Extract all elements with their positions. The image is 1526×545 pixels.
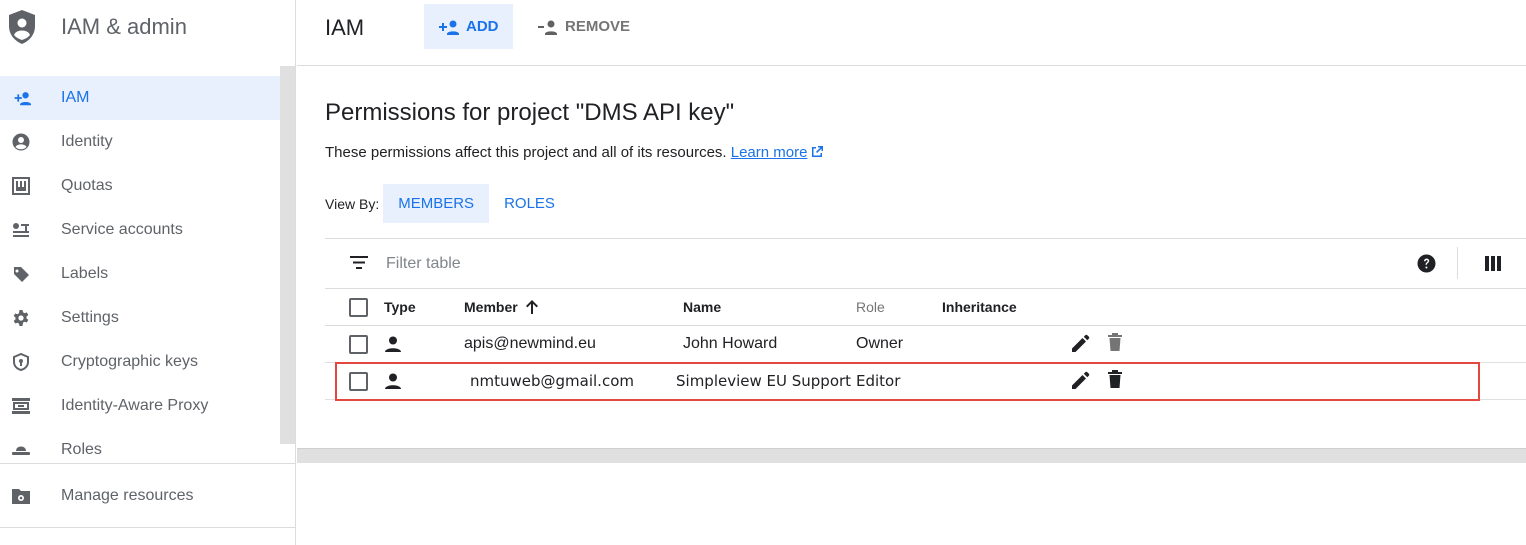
column-display-icon[interactable]: [1485, 256, 1501, 271]
table-row: apis@newmind.eu John Howard Owner: [325, 326, 1526, 363]
service-account-icon: [11, 220, 31, 240]
sidebar-item-identity-aware-proxy[interactable]: Identity-Aware Proxy: [0, 384, 280, 428]
column-header-name[interactable]: Name: [683, 289, 721, 325]
page-header-title: IAM: [325, 15, 365, 40]
account-circle-icon: [11, 132, 31, 152]
folder-gear-icon: [11, 486, 31, 506]
sidebar-divider: [0, 527, 295, 528]
view-by-roles-button[interactable]: ROLES: [489, 184, 570, 223]
member-role: Editor: [856, 372, 901, 390]
view-by-members-button[interactable]: MEMBERS: [383, 184, 490, 223]
sidebar-item-iam[interactable]: IAM: [0, 76, 280, 120]
description-text: These permissions affect this project an…: [325, 144, 727, 161]
sort-ascending-icon[interactable]: [525, 299, 539, 315]
gear-icon: [11, 308, 31, 328]
sidebar-item-label: Service accounts: [61, 221, 183, 238]
top-header: IAM ADD REMOVE: [297, 0, 1526, 66]
sidebar-item-label: Roles: [61, 441, 102, 458]
delete-trash-icon[interactable]: [1107, 370, 1123, 389]
member-role: Owner: [856, 335, 904, 352]
sidebar-item-label: Quotas: [61, 177, 113, 194]
remove-person-icon: [538, 20, 557, 35]
sidebar-item-label: Settings: [61, 309, 119, 326]
edit-pencil-icon[interactable]: [1071, 334, 1090, 353]
hat-icon: [11, 440, 31, 460]
sidebar-item-manage-resources[interactable]: Manage resources: [0, 474, 295, 518]
sidebar-item-cryptographic-keys[interactable]: Cryptographic keys: [0, 340, 280, 384]
view-by-toggle: View By: MEMBERS ROLES: [325, 184, 570, 223]
edit-pencil-icon[interactable]: [1071, 371, 1090, 390]
select-all-checkbox[interactable]: [349, 298, 368, 317]
column-header-type[interactable]: Type: [384, 289, 416, 325]
column-header-member-label: Member: [464, 299, 518, 315]
sidebar-item-label: Identity: [61, 133, 113, 150]
permissions-table: Type Member Name Role Inheritance apis@n…: [325, 238, 1526, 400]
add-button[interactable]: ADD: [424, 4, 513, 49]
horizontal-scrollbar[interactable]: [297, 448, 1526, 463]
sidebar-item-identity[interactable]: Identity: [0, 120, 280, 164]
sidebar-nav: IAM Identity Quotas Service accounts Lab…: [0, 76, 280, 472]
learn-more-link[interactable]: Learn more: [731, 144, 808, 161]
column-header-role[interactable]: Role: [856, 289, 885, 325]
sidebar-item-label: Labels: [61, 265, 109, 282]
member-email: nmtuweb@gmail.com: [470, 372, 634, 390]
column-header-member[interactable]: Member: [464, 289, 539, 325]
column-header-inheritance[interactable]: Inheritance: [942, 289, 1017, 325]
row-checkbox[interactable]: [349, 335, 368, 354]
sidebar-item-settings[interactable]: Settings: [0, 296, 280, 340]
sidebar: IAM & admin IAM Identity Quotas Service …: [0, 0, 296, 545]
view-by-label: View By:: [325, 195, 380, 212]
person-icon: [385, 336, 401, 352]
external-link-icon[interactable]: [810, 145, 824, 159]
sidebar-divider: [0, 463, 295, 464]
table-row: nmtuweb@gmail.com Simpleview EU Support …: [325, 363, 1526, 400]
delete-trash-icon[interactable]: [1107, 333, 1123, 352]
sidebar-item-quotas[interactable]: Quotas: [0, 164, 280, 208]
remove-button[interactable]: REMOVE: [523, 4, 644, 49]
sidebar-item-service-accounts[interactable]: Service accounts: [0, 208, 280, 252]
page-description: These permissions affect this project an…: [325, 144, 824, 161]
add-person-icon: [439, 20, 459, 35]
sidebar-item-labels[interactable]: Labels: [0, 252, 280, 296]
add-person-icon: [11, 88, 31, 108]
member-email: apis@newmind.eu: [464, 335, 596, 352]
shield-person-icon: [9, 10, 35, 44]
member-name: Simpleview EU Support: [676, 372, 852, 390]
sidebar-scrollbar[interactable]: [280, 66, 295, 444]
sidebar-item-roles[interactable]: Roles: [0, 428, 280, 472]
filter-icon: [350, 256, 368, 269]
sidebar-item-label: IAM: [61, 89, 90, 106]
table-header-row: Type Member Name Role Inheritance: [325, 289, 1526, 326]
page-title: Permissions for project "DMS API key": [325, 99, 735, 126]
remove-button-label: REMOVE: [565, 18, 631, 35]
quota-icon: [11, 176, 31, 196]
member-name: John Howard: [683, 335, 778, 352]
sidebar-item-label: Identity-Aware Proxy: [61, 397, 209, 414]
sidebar-item-label: Cryptographic keys: [61, 353, 198, 370]
toolbar-separator: [1457, 247, 1458, 279]
shield-key-icon: [11, 352, 31, 372]
add-button-label: ADD: [466, 18, 499, 35]
app-title: IAM & admin: [61, 14, 187, 39]
filter-bar: [325, 239, 1526, 289]
help-icon[interactable]: [1417, 254, 1436, 273]
row-checkbox[interactable]: [349, 372, 368, 391]
label-tag-icon: [11, 264, 31, 284]
proxy-icon: [11, 396, 31, 416]
manage-resources-label: Manage resources: [61, 487, 194, 504]
brand-header: IAM & admin: [0, 0, 295, 66]
filter-table-input[interactable]: [386, 253, 986, 275]
person-icon: [385, 373, 401, 389]
